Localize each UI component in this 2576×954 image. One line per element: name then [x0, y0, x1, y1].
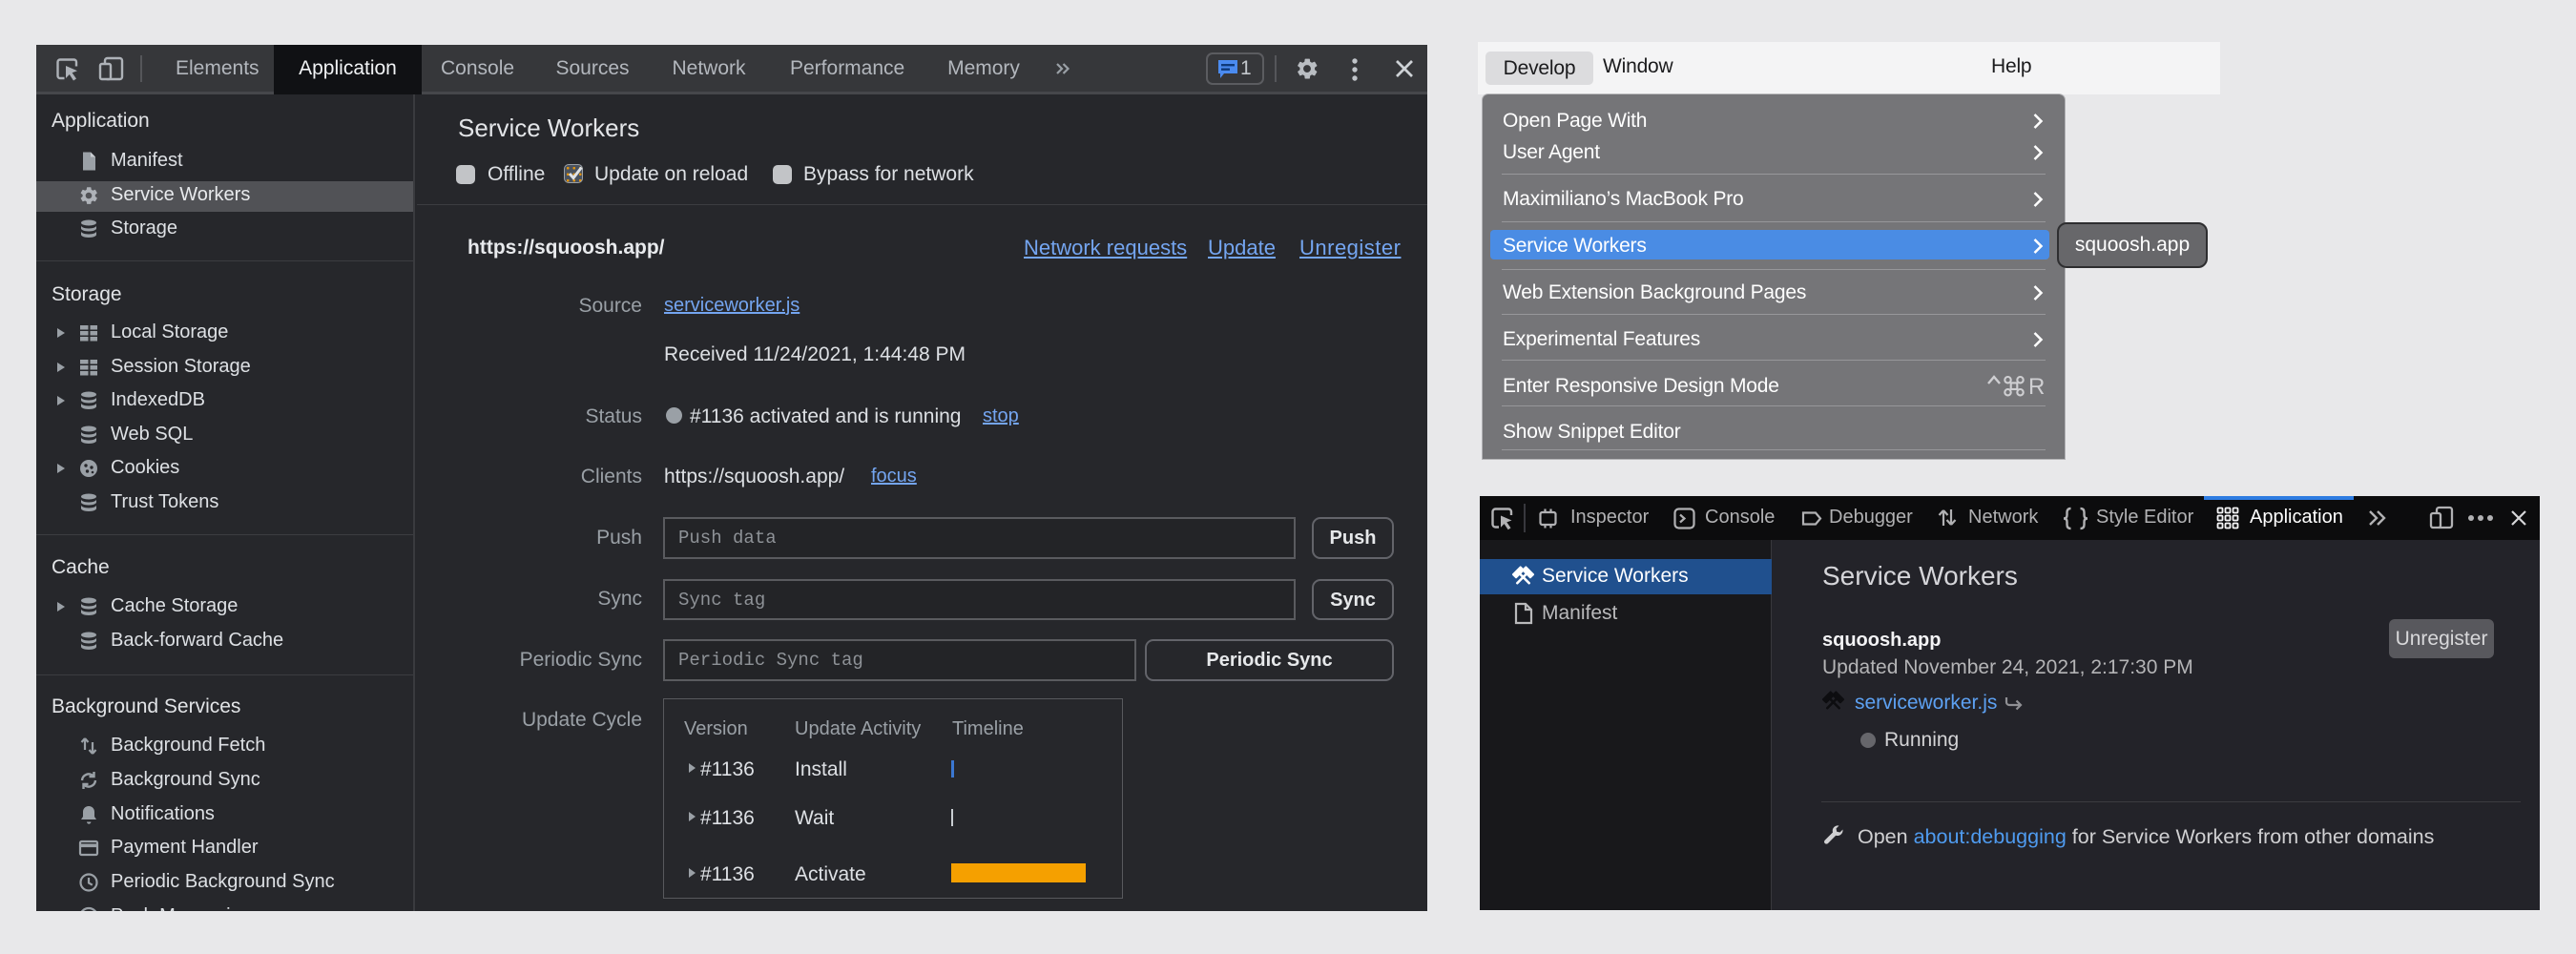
svg-text:R: R	[2028, 374, 2045, 398]
